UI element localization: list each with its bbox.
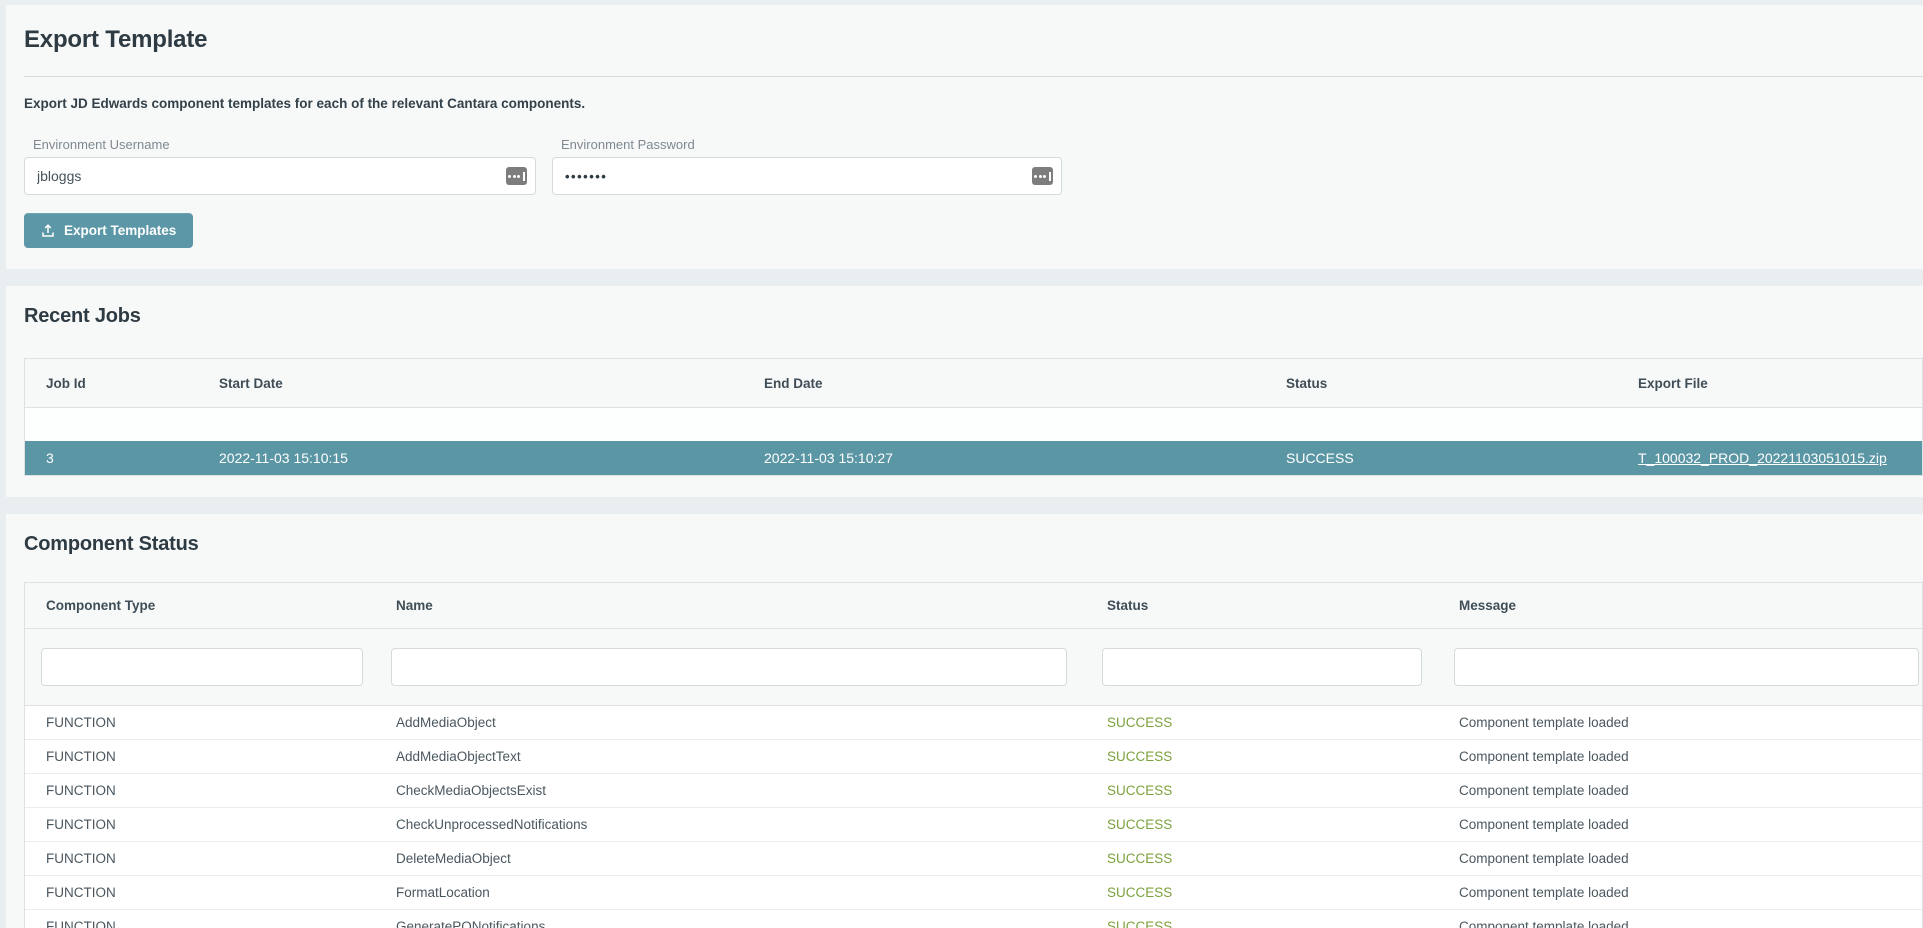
upload-icon [41,223,55,238]
autofill-icon[interactable] [506,167,527,185]
component-message-cell: Component template loaded [1459,919,1922,928]
component-row[interactable]: FUNCTION FormatLocation SUCCESS Componen… [25,876,1922,910]
component-status-cell: SUCCESS [1107,783,1459,798]
column-header-status[interactable]: Status [1286,376,1638,391]
column-header-status[interactable]: Status [1107,598,1459,613]
page-title: Export Template [24,23,1923,57]
component-status-cell: SUCCESS [1107,885,1459,900]
component-name-cell: AddMediaObjectText [396,749,1107,764]
export-file-link[interactable]: T_100032_PROD_20221103051015.zip [1638,450,1887,466]
component-row[interactable]: FUNCTION AddMediaObjectText SUCCESS Comp… [25,740,1922,774]
component-name-cell: CheckUnprocessedNotifications [396,817,1107,832]
component-type-cell: FUNCTION [46,851,396,866]
end-date-cell: 2022-11-03 15:10:27 [764,450,1286,466]
component-name-cell: FormatLocation [396,885,1107,900]
password-field-group: Environment Password [552,137,1062,195]
username-input[interactable] [24,157,536,195]
message-filter-input[interactable] [1454,648,1919,686]
divider [24,76,1923,77]
component-status-table: Component Type Name Status Message FUNCT… [24,582,1923,928]
component-row[interactable]: FUNCTION CheckUnprocessedNotifications S… [25,808,1922,842]
component-status-card: Component Status Component Type Name Sta… [6,514,1923,928]
password-label: Environment Password [561,137,1062,153]
component-status-body: FUNCTION AddMediaObject SUCCESS Componen… [25,706,1922,928]
component-type-cell: FUNCTION [46,885,396,900]
component-name-cell: DeleteMediaObject [396,851,1107,866]
component-name-cell: AddMediaObject [396,715,1107,730]
component-type-cell: FUNCTION [46,919,396,928]
recent-jobs-title: Recent Jobs [24,302,1923,330]
component-status-cell: SUCCESS [1107,715,1459,730]
recent-jobs-card: Recent Jobs Job Id Start Date End Date S… [6,286,1923,497]
component-type-cell: FUNCTION [46,749,396,764]
component-name-cell: GeneratePONotifications [396,919,1107,928]
autofill-icon[interactable] [1032,167,1053,185]
job-row[interactable]: 3 2022-11-03 15:10:15 2022-11-03 15:10:2… [25,441,1922,475]
component-type-filter-input[interactable] [41,648,363,686]
component-status-header-row: Component Type Name Status Message [25,583,1922,629]
column-header-job-id[interactable]: Job Id [46,376,219,391]
column-header-end-date[interactable]: End Date [764,376,1286,391]
recent-jobs-body: 3 2022-11-03 15:10:15 2022-11-03 15:10:2… [25,441,1922,475]
recent-jobs-empty-row [25,408,1922,441]
start-date-cell: 2022-11-03 15:10:15 [219,450,764,466]
component-type-cell: FUNCTION [46,715,396,730]
component-message-cell: Component template loaded [1459,817,1922,832]
job-status-cell: SUCCESS [1286,450,1638,466]
export-templates-button[interactable]: Export Templates [24,213,193,248]
component-type-cell: FUNCTION [46,817,396,832]
component-message-cell: Component template loaded [1459,851,1922,866]
component-row[interactable]: FUNCTION DeleteMediaObject SUCCESS Compo… [25,842,1922,876]
component-status-cell: SUCCESS [1107,919,1459,928]
component-status-cell: SUCCESS [1107,851,1459,866]
export-description: Export JD Edwards component templates fo… [24,96,1923,111]
export-templates-button-label: Export Templates [64,223,176,238]
component-message-cell: Component template loaded [1459,715,1922,730]
component-status-filter-row [25,629,1922,706]
status-filter-input[interactable] [1102,648,1422,686]
component-status-cell: SUCCESS [1107,817,1459,832]
password-input[interactable] [552,157,1062,195]
recent-jobs-table: Job Id Start Date End Date Status Export… [24,358,1923,476]
export-template-card: Export Template Export JD Edwards compon… [6,5,1923,269]
credentials-form: Environment Username Environment Passwor… [24,137,1923,195]
component-message-cell: Component template loaded [1459,783,1922,798]
name-filter-input[interactable] [391,648,1067,686]
column-header-message[interactable]: Message [1459,598,1922,613]
column-header-name[interactable]: Name [396,598,1107,613]
component-row[interactable]: FUNCTION AddMediaObject SUCCESS Componen… [25,706,1922,740]
column-header-component-type[interactable]: Component Type [46,598,396,613]
username-label: Environment Username [33,137,536,153]
component-row[interactable]: FUNCTION GeneratePONotifications SUCCESS… [25,910,1922,928]
component-status-title: Component Status [24,530,1923,558]
job-id-cell: 3 [46,450,219,466]
component-row[interactable]: FUNCTION CheckMediaObjectsExist SUCCESS … [25,774,1922,808]
component-message-cell: Component template loaded [1459,749,1922,764]
column-header-start-date[interactable]: Start Date [219,376,764,391]
column-header-export-file[interactable]: Export File [1638,376,1922,391]
recent-jobs-header-row: Job Id Start Date End Date Status Export… [25,359,1922,408]
component-message-cell: Component template loaded [1459,885,1922,900]
component-type-cell: FUNCTION [46,783,396,798]
username-field-group: Environment Username [24,137,536,195]
component-status-cell: SUCCESS [1107,749,1459,764]
component-name-cell: CheckMediaObjectsExist [396,783,1107,798]
